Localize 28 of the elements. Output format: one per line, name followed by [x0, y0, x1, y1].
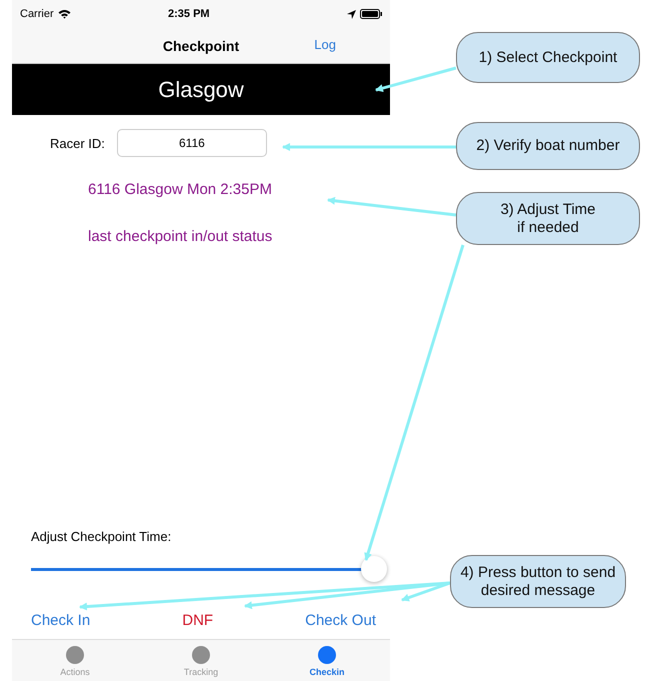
circle-icon [318, 646, 336, 664]
slider-thumb[interactable] [361, 556, 387, 582]
location-icon [347, 10, 356, 18]
tab-item[interactable]: Actions [12, 640, 138, 681]
tab-item[interactable]: Tracking [138, 640, 264, 681]
time-slider[interactable] [31, 556, 387, 582]
tab-item[interactable]: Checkin [264, 640, 390, 681]
circle-icon [192, 646, 210, 664]
action-button[interactable]: Check Out [305, 612, 376, 629]
battery-icon [360, 9, 382, 19]
action-button[interactable]: Check In [31, 612, 90, 629]
wifi-icon [58, 9, 71, 19]
status-time: 2:35 PM [167, 8, 211, 20]
action-button[interactable]: DNF [182, 612, 214, 629]
callout-bubble: 2) Verify boat number [456, 122, 640, 170]
status-message: 6116 Glasgow Mon 2:35PM [88, 181, 273, 198]
carrier-label: Carrier [20, 8, 54, 20]
callout-bubble: 4) Press button to send desired message [450, 555, 626, 608]
status-message: last checkpoint in/out status [88, 228, 274, 245]
slider-label: Adjust Checkpoint Time: [30, 529, 172, 544]
callout-bubble: 3) Adjust Time if needed [456, 192, 640, 245]
racer-id-field[interactable]: 6116 [116, 129, 267, 157]
callout-bubble: 1) Select Checkpoint [456, 32, 640, 83]
circle-icon [66, 646, 84, 664]
log-button[interactable]: Log [314, 37, 336, 52]
racer-id-label: Racer ID: [50, 136, 105, 150]
nav-title: Checkpoint [162, 38, 240, 54]
checkpoint-picker[interactable]: Glasgow [12, 64, 390, 115]
